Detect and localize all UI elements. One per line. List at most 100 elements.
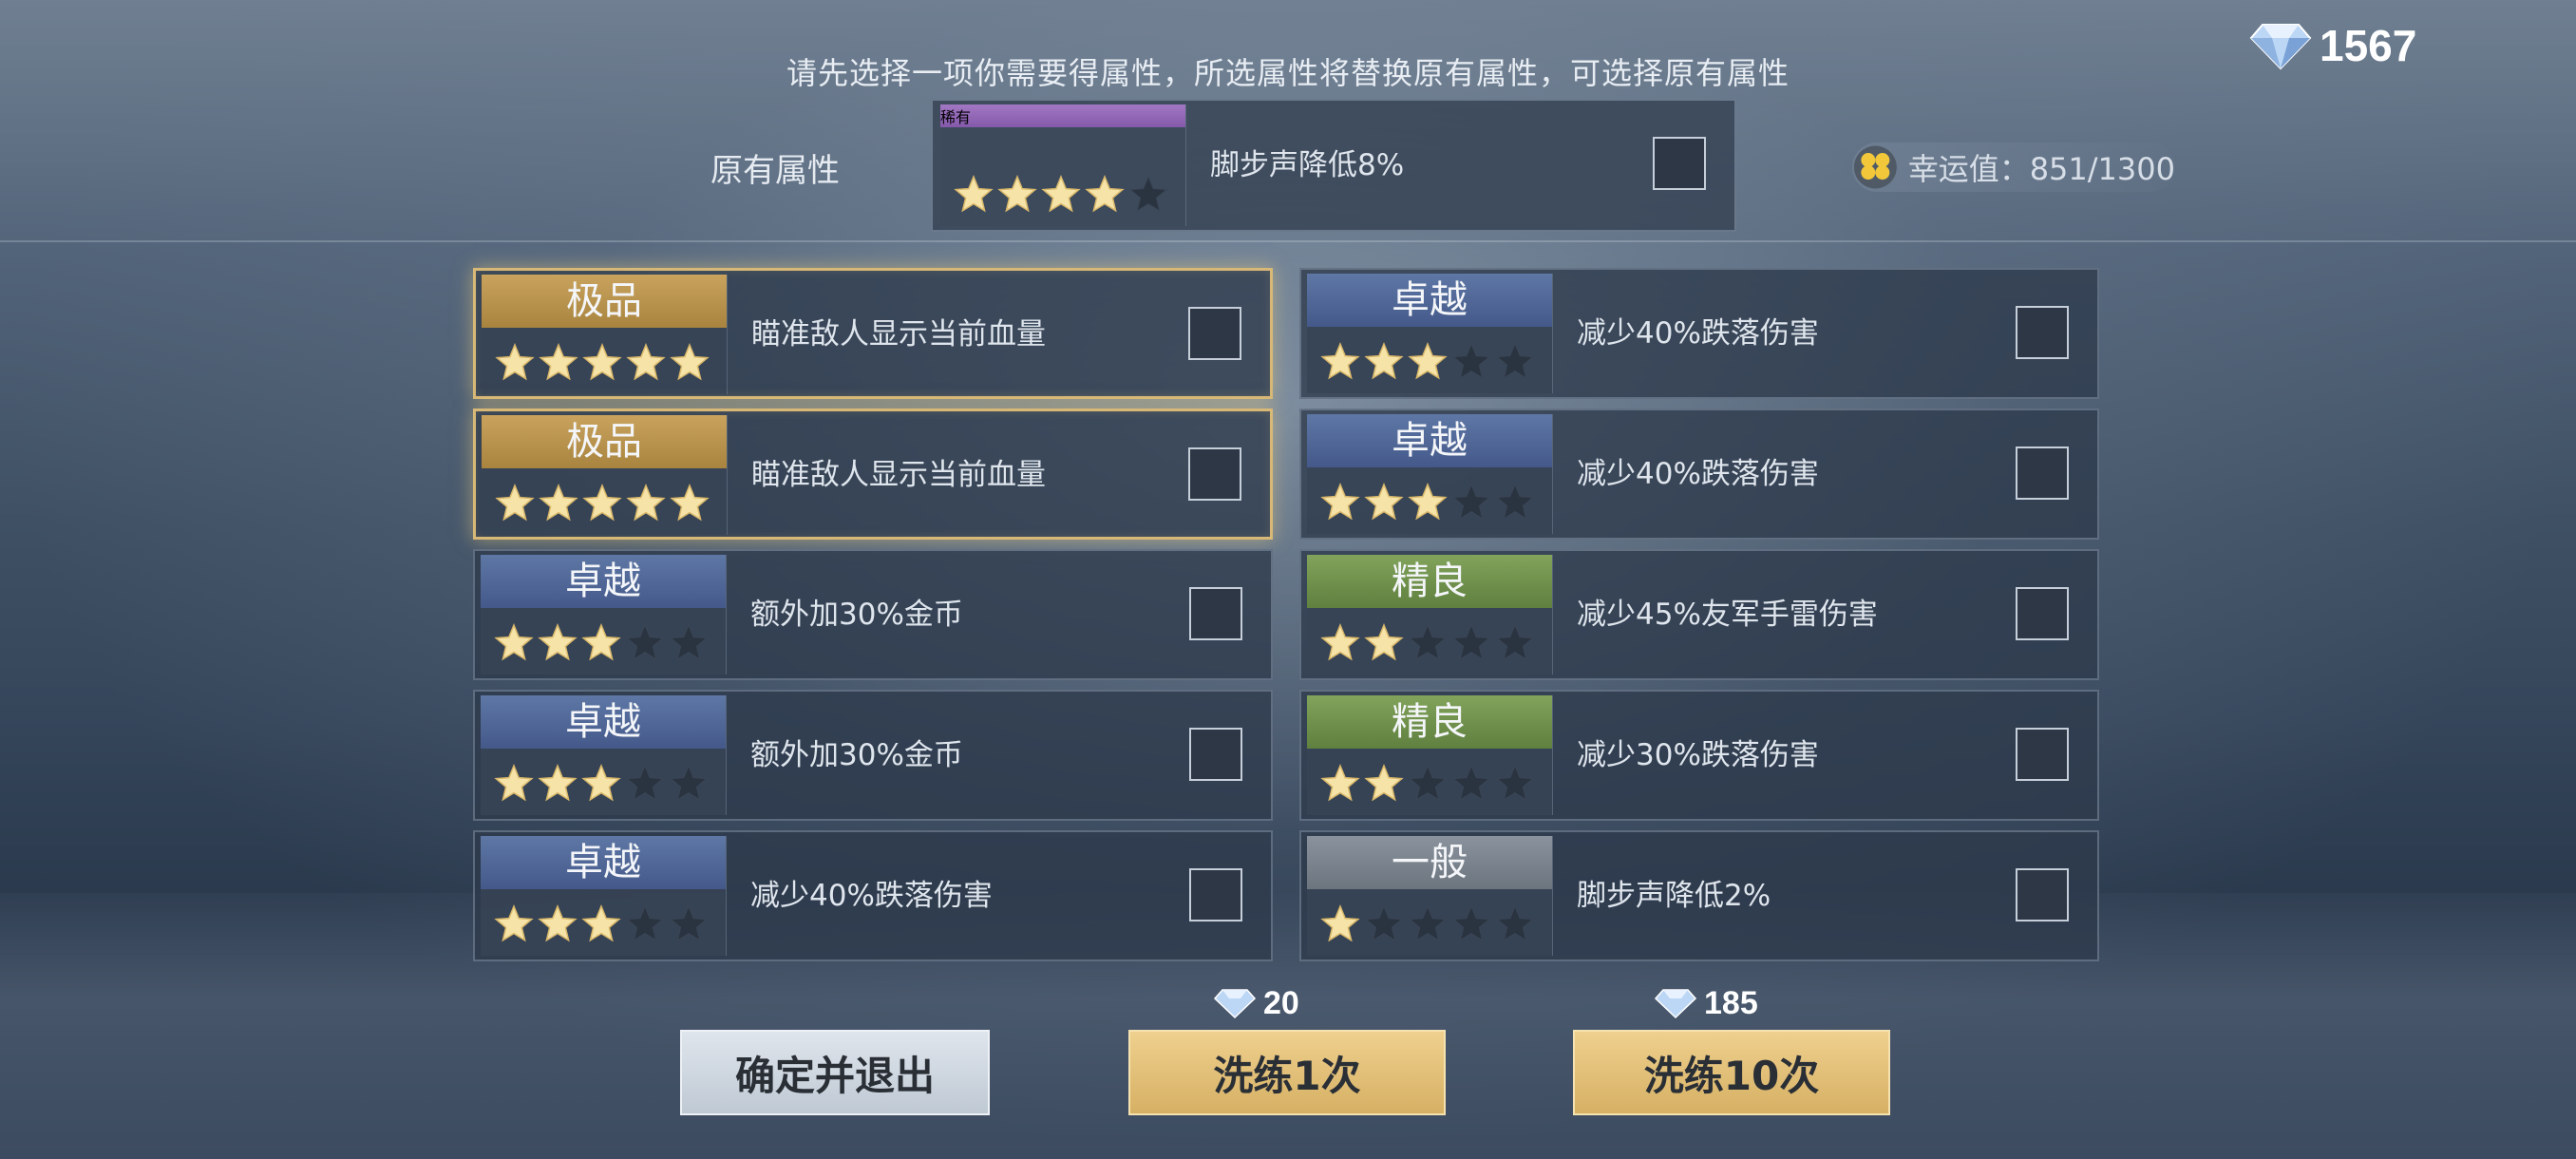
- attribute-description: 脚步声降低2%: [1577, 879, 1771, 913]
- star-rating: [495, 484, 710, 523]
- star-filled-icon: [495, 343, 535, 381]
- star-rating: [1320, 483, 1535, 522]
- star-rating: [1320, 623, 1535, 663]
- option-card-1[interactable]: 极品 瞄准敌人显示当前血量: [473, 268, 1273, 399]
- option-card-10[interactable]: 一般 脚步声降低2%: [1299, 830, 2099, 961]
- original-attribute-card[interactable]: 稀有 脚步声降低8%: [931, 99, 1736, 232]
- star-empty-icon: [625, 904, 665, 941]
- star-filled-icon: [581, 904, 621, 942]
- grade-badge: 卓越: [1307, 274, 1552, 327]
- star-empty-icon: [1408, 904, 1448, 941]
- grade-badge: 卓越: [481, 695, 726, 749]
- star-filled-icon: [538, 904, 578, 942]
- luck-value: 幸运值：851/1300: [1852, 142, 2175, 192]
- grade-badge: 精良: [1307, 555, 1552, 608]
- attribute-description: 额外加30%金币: [750, 598, 963, 632]
- star-filled-icon: [1320, 342, 1360, 380]
- attribute-description: 减少30%跌落伤害: [1577, 738, 1819, 772]
- option-checkbox[interactable]: [2016, 306, 2069, 359]
- option-checkbox[interactable]: [2016, 446, 2069, 500]
- grade-badge: 极品: [482, 415, 727, 468]
- star-empty-icon: [1408, 764, 1448, 801]
- star-filled-icon: [1085, 175, 1125, 213]
- instruction-text: 请先选择一项你需要得属性，所选属性将替换原有属性，可选择原有属性: [786, 55, 1790, 91]
- star-filled-icon: [539, 484, 578, 522]
- refine-once-button[interactable]: 洗练1次: [1128, 1030, 1446, 1115]
- option-checkbox[interactable]: [1189, 728, 1242, 781]
- star-empty-icon: [1128, 175, 1168, 212]
- grade-panel: 极品: [482, 415, 728, 535]
- star-empty-icon: [625, 623, 665, 660]
- star-empty-icon: [1408, 623, 1448, 660]
- currency-display: 1567: [2249, 17, 2416, 74]
- star-filled-icon: [539, 343, 578, 381]
- star-empty-icon: [1451, 623, 1491, 660]
- option-card-6[interactable]: 精良 减少45%友军手雷伤害: [1299, 549, 2099, 680]
- option-checkbox[interactable]: [1189, 868, 1242, 922]
- grade-panel: 稀有: [940, 104, 1186, 226]
- option-checkbox[interactable]: [2016, 728, 2069, 781]
- grade-panel: 精良: [1307, 555, 1553, 674]
- grade-panel: 卓越: [1307, 414, 1553, 534]
- star-filled-icon: [582, 343, 622, 381]
- refine-ten-button[interactable]: 洗练10次: [1573, 1030, 1890, 1115]
- attribute-description: 瞄准敌人显示当前血量: [751, 317, 1046, 352]
- confirm-exit-button[interactable]: 确定并退出: [680, 1030, 990, 1115]
- attribute-description: 减少45%友军手雷伤害: [1577, 598, 1878, 632]
- star-filled-icon: [997, 175, 1037, 213]
- diamond-icon: [1655, 989, 1696, 1018]
- attribute-description: 减少40%跌落伤害: [1577, 316, 1819, 351]
- star-empty-icon: [1495, 764, 1535, 801]
- grade-badge: 一般: [1307, 836, 1552, 889]
- option-card-7[interactable]: 卓越 额外加30%金币: [473, 690, 1273, 821]
- star-filled-icon: [1408, 483, 1448, 521]
- option-checkbox[interactable]: [2016, 868, 2069, 922]
- option-card-4[interactable]: 卓越 减少40%跌落伤害: [1299, 408, 2099, 540]
- option-card-2[interactable]: 卓越 减少40%跌落伤害: [1299, 268, 2099, 399]
- star-empty-icon: [669, 764, 709, 801]
- original-checkbox[interactable]: [1653, 137, 1706, 190]
- star-filled-icon: [1364, 764, 1404, 802]
- star-rating: [495, 343, 710, 383]
- star-filled-icon: [538, 623, 578, 661]
- star-empty-icon: [1451, 342, 1491, 379]
- clover-icon: [1853, 145, 1897, 189]
- diamond-icon: [2249, 24, 2312, 70]
- star-empty-icon: [669, 623, 709, 660]
- grade-panel: 卓越: [481, 695, 727, 815]
- grade-badge: 极品: [482, 275, 727, 328]
- grade-badge: 精良: [1307, 695, 1552, 749]
- star-filled-icon: [1408, 342, 1448, 380]
- attribute-description: 额外加30%金币: [750, 738, 963, 772]
- star-filled-icon: [494, 623, 534, 661]
- star-rating: [494, 764, 709, 804]
- star-empty-icon: [1451, 904, 1491, 941]
- star-empty-icon: [1495, 342, 1535, 379]
- option-checkbox[interactable]: [1188, 447, 1241, 501]
- option-checkbox[interactable]: [2016, 587, 2069, 640]
- option-checkbox[interactable]: [1189, 587, 1242, 640]
- star-filled-icon: [954, 175, 994, 213]
- attribute-description: 减少40%跌落伤害: [750, 879, 993, 913]
- star-filled-icon: [1320, 483, 1360, 521]
- option-card-9[interactable]: 卓越 减少40%跌落伤害: [473, 830, 1273, 961]
- option-card-8[interactable]: 精良 减少30%跌落伤害: [1299, 690, 2099, 821]
- cost-value: 20: [1263, 984, 1299, 1021]
- option-card-5[interactable]: 卓越 额外加30%金币: [473, 549, 1273, 680]
- grade-badge: 卓越: [481, 836, 726, 889]
- star-empty-icon: [1451, 483, 1491, 520]
- star-empty-icon: [625, 764, 665, 801]
- grade-badge: 稀有: [940, 104, 1185, 127]
- star-rating: [494, 904, 709, 944]
- cost-value: 185: [1704, 984, 1758, 1021]
- option-card-3[interactable]: 极品 瞄准敌人显示当前血量: [473, 408, 1273, 540]
- option-checkbox[interactable]: [1188, 307, 1241, 360]
- star-rating: [1320, 904, 1535, 944]
- attribute-description: 减少40%跌落伤害: [1577, 457, 1819, 491]
- grade-panel: 卓越: [481, 555, 727, 674]
- star-filled-icon: [494, 764, 534, 802]
- grade-badge: 卓越: [481, 555, 726, 608]
- refine-once-cost: 20: [1214, 982, 1299, 1024]
- divider: [0, 240, 2576, 242]
- star-filled-icon: [626, 343, 666, 381]
